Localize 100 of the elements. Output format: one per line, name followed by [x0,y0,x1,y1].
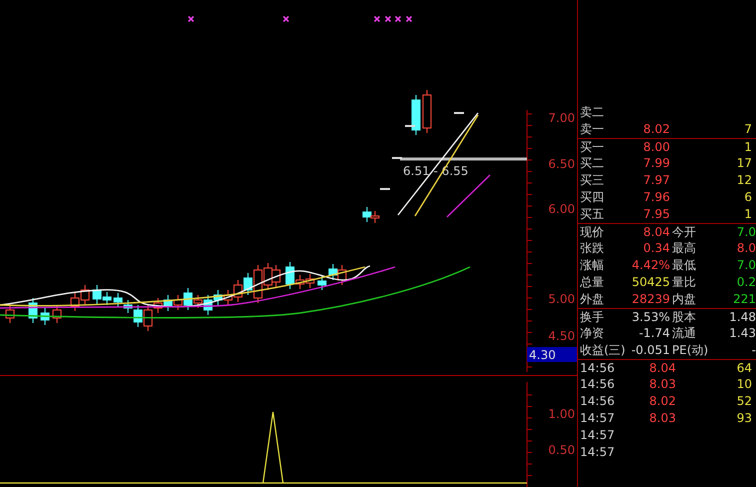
stat-value: -0.051 [630,342,670,359]
stat-value: 8.0 [736,240,756,257]
candlestick [370,210,380,224]
stat-label: 涨幅 [579,257,605,274]
order-volume: 17 [736,155,752,172]
dash-mark [392,157,402,159]
order-label: 卖一 [579,121,605,138]
dash-mark [380,188,390,190]
cross-marker-icon [374,16,380,22]
cross-marker-icon [394,16,402,22]
stat-value: 7.0 [736,257,756,274]
candlestick [70,292,80,312]
trade-time: 14:57 [579,427,616,444]
price-label: 4.50 [548,329,575,343]
candlestick [40,308,50,326]
stat-value: -1.74 [638,325,670,342]
candlestick [80,284,90,306]
stat-value: 3.53% [630,309,670,326]
stat-label: 量比 [671,274,697,291]
order-volume: 1 [743,206,752,223]
candlestick [102,292,112,306]
stat-label: 今开 [671,224,697,241]
order-price: 7.97 [642,172,670,189]
candlestick [28,298,38,324]
stat-value: 50425 [630,274,670,291]
stat-value: 1.48 [728,309,756,326]
trade-time: 14:56 [579,376,616,393]
stat-value: - [750,342,756,359]
dash-mark [454,112,464,114]
order-price: 8.02 [642,121,670,138]
order-volume: 12 [736,172,752,189]
trade-price: 8.02 [648,393,676,410]
stat-value: 0.34 [642,240,670,257]
candlestick [328,264,338,280]
trade-volume: 10 [736,376,752,393]
trade-volume: 52 [736,393,752,410]
order-volume: 1 [743,139,752,156]
order-price: 7.99 [642,155,670,172]
stat-value: 7.0 [736,224,756,241]
stat-label: 最低 [671,257,697,274]
trade-price: 8.03 [648,410,676,427]
indicator-label: 0.50 [548,443,575,457]
order-label: 买二 [579,155,605,172]
stat-value: 221 [732,291,756,308]
price-label: 5.00 [548,292,575,306]
stat-label: 内盘 [671,291,697,308]
candlestick [422,90,432,134]
stat-label: 现价 [579,224,605,241]
candlestick [214,290,222,306]
cross-marker-icon [282,16,290,22]
stat-label: 换手 [579,309,605,326]
order-label: 买四 [579,189,605,206]
trade-price: 8.04 [648,360,676,377]
trade-time: 14:56 [579,393,616,410]
candlestick [6,304,14,324]
stat-value: 28239 [630,291,670,308]
stat-label: 净资 [579,325,605,342]
stat-label: 总量 [579,274,605,291]
trade-time: 14:57 [579,410,616,427]
candlestick [318,276,326,290]
stat-label: 外盘 [579,291,605,308]
price-label: 6.50 [548,157,575,171]
candlestick [272,264,280,288]
cross-marker-icon [384,16,392,22]
trade-volume: 64 [736,360,752,377]
candlestick [306,274,314,288]
candlestick [52,304,62,324]
trade-time: 14:57 [579,444,616,461]
stat-value: 8.04 [642,224,670,241]
candlestick [412,94,420,136]
dash-mark [405,125,415,127]
candlestick [114,292,122,308]
stat-label: 流通 [671,325,697,342]
trade-price: 8.03 [648,376,676,393]
order-price: 7.96 [642,189,670,206]
stat-label: 最高 [671,240,697,257]
order-label: 买三 [579,172,605,189]
indicator-label: 1.00 [548,407,575,421]
trade-volume: 93 [736,410,752,427]
stat-label: PE(动) [671,342,710,359]
candlestick [362,206,372,222]
order-label: 买一 [579,139,605,156]
cross-marker-icon [406,16,412,22]
candlestick [338,264,346,286]
stat-label: 张跌 [579,240,605,257]
candlestick [164,294,172,312]
stat-value: 4.42% [630,257,670,274]
order-volume: 7 [743,121,752,138]
price-label: 7.00 [548,111,575,125]
order-label: 卖二 [579,104,605,121]
stat-label: 收益(三) [579,342,626,359]
order-volume: 6 [743,189,752,206]
trade-time: 14:56 [579,360,616,377]
order-price: 8.00 [642,139,670,156]
order-label: 买五 [579,206,605,223]
stat-value: 1.43 [728,325,756,342]
cross-marker-icon [188,16,194,22]
stat-label: 股本 [671,309,697,326]
stat-value: 0.2 [736,274,756,291]
price-label: 6.00 [548,202,575,216]
